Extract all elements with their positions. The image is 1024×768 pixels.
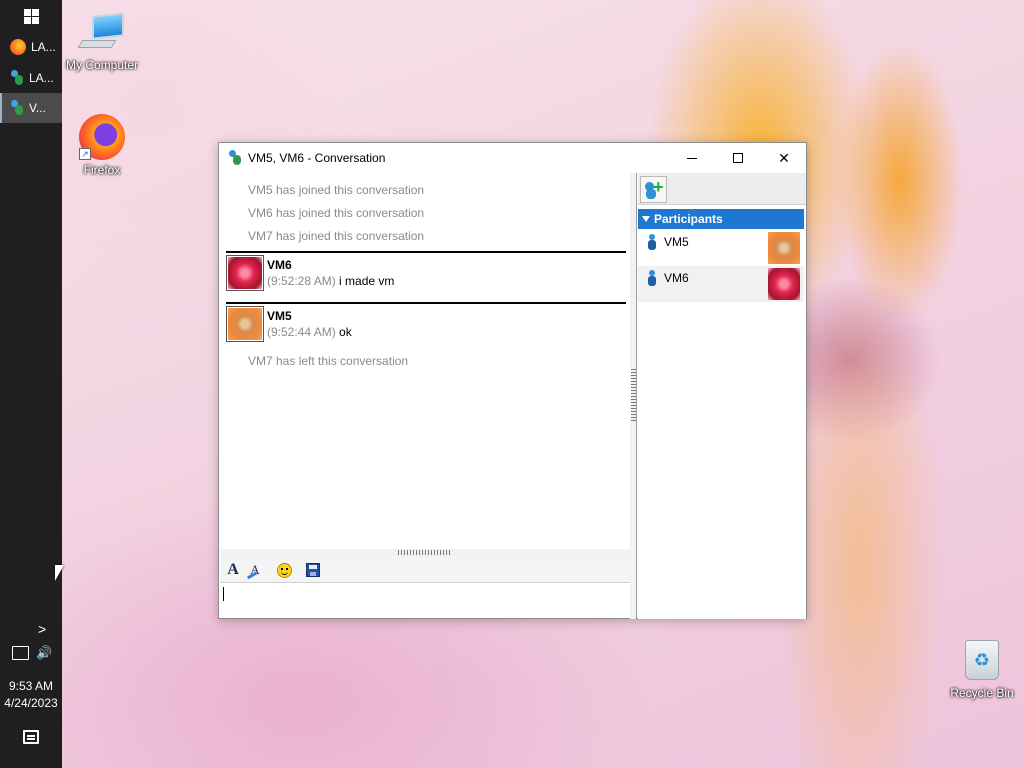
font-color-button[interactable]: A bbox=[245, 560, 265, 580]
font-color-icon: A bbox=[250, 562, 260, 577]
splitter-grip-icon bbox=[398, 550, 452, 555]
desktop-icon-recycle-bin[interactable]: Recycle Bin bbox=[942, 640, 1022, 700]
add-participant-button[interactable]: + bbox=[640, 176, 667, 203]
firefox-icon bbox=[10, 39, 26, 55]
recycle-bin-icon bbox=[965, 640, 999, 680]
text-caret bbox=[223, 587, 224, 601]
desktop-icon-label: Recycle Bin bbox=[950, 686, 1014, 700]
desktop-icon-my-computer[interactable]: My Computer bbox=[62, 12, 142, 72]
taskbar-item-messenger-1[interactable]: LA... bbox=[0, 63, 62, 93]
chat-message: VM5 (9:52:44 AM) ok bbox=[226, 302, 626, 352]
message-line: (9:52:44 AM) ok bbox=[267, 325, 352, 339]
start-button[interactable] bbox=[0, 0, 62, 32]
message-time: (9:52:28 AM) bbox=[267, 274, 336, 288]
smiley-icon bbox=[276, 562, 292, 578]
message-text: ok bbox=[339, 325, 352, 339]
participants-header[interactable]: Participants bbox=[638, 209, 804, 229]
computer-icon bbox=[77, 12, 124, 52]
message-sender: VM6 bbox=[267, 258, 292, 272]
participant-row[interactable]: VM5 bbox=[638, 230, 804, 266]
save-button[interactable] bbox=[303, 560, 323, 580]
format-toolbar: A A bbox=[220, 557, 630, 583]
taskbar-item-label: LA... bbox=[31, 40, 56, 54]
pink-starfish-avatar-icon bbox=[768, 268, 800, 300]
splitter-grip-icon bbox=[631, 369, 636, 423]
system-message: VM7 has joined this conversation bbox=[248, 229, 425, 243]
action-center-icon[interactable] bbox=[23, 730, 39, 744]
clock-date[interactable]: 4/24/2023 bbox=[0, 696, 62, 710]
message-input[interactable] bbox=[220, 583, 630, 618]
show-hidden-icons-chevron-icon[interactable]: > bbox=[38, 621, 46, 637]
message-line: (9:52:28 AM) i made vm bbox=[267, 274, 394, 288]
desktop-icon-firefox[interactable]: ↗ Firefox bbox=[62, 114, 142, 177]
horizontal-splitter[interactable] bbox=[220, 549, 630, 557]
messenger-icon bbox=[228, 150, 242, 166]
messenger-icon bbox=[10, 70, 24, 86]
vertical-splitter[interactable] bbox=[630, 173, 637, 619]
taskbar-item-firefox[interactable]: LA... bbox=[0, 32, 62, 62]
user-icon bbox=[648, 234, 656, 250]
participant-row[interactable]: VM6 bbox=[638, 266, 804, 302]
orange-starfish-avatar-icon bbox=[768, 232, 800, 264]
window-title: VM5, VM6 - Conversation bbox=[248, 151, 386, 165]
system-message: VM6 has joined this conversation bbox=[248, 206, 425, 220]
volume-icon[interactable]: 🔊 bbox=[36, 645, 52, 661]
maximize-button[interactable] bbox=[715, 143, 761, 173]
participant-name: VM5 bbox=[664, 235, 689, 249]
font-icon: A bbox=[227, 561, 239, 578]
firefox-icon: ↗ bbox=[79, 114, 125, 160]
message-time: (9:52:44 AM) bbox=[267, 325, 336, 339]
mouse-cursor-icon bbox=[55, 565, 64, 581]
chat-message: VM6 (9:52:28 AM) i made vm bbox=[226, 251, 626, 301]
system-message: VM5 has joined this conversation bbox=[248, 183, 425, 197]
taskbar: LA... LA... V... > 🔊 9:53 AM 4/24/2023 bbox=[0, 0, 62, 768]
floppy-disk-icon bbox=[306, 563, 320, 577]
close-icon: ✕ bbox=[778, 149, 790, 166]
windows-logo-icon bbox=[23, 8, 39, 24]
pink-starfish-avatar-icon bbox=[228, 257, 262, 289]
participants-panel: + Participants VM5 VM6 bbox=[638, 173, 806, 619]
message-sender: VM5 bbox=[267, 309, 292, 323]
minimize-button[interactable] bbox=[669, 143, 715, 173]
participant-name: VM6 bbox=[664, 271, 689, 285]
shortcut-arrow-icon: ↗ bbox=[79, 148, 91, 160]
clock-time[interactable]: 9:53 AM bbox=[0, 679, 62, 693]
messenger-icon bbox=[10, 100, 24, 116]
font-button[interactable]: A bbox=[223, 560, 243, 580]
chat-history[interactable]: VM5 has joined this conversation VM6 has… bbox=[220, 173, 631, 550]
taskbar-item-conversation[interactable]: V... bbox=[0, 93, 62, 123]
taskbar-item-label: LA... bbox=[29, 71, 54, 85]
triangle-down-icon bbox=[642, 216, 650, 222]
avatar bbox=[226, 255, 264, 291]
message-text: i made vm bbox=[339, 274, 395, 288]
maximize-icon bbox=[733, 153, 743, 163]
taskbar-item-label: V... bbox=[29, 101, 46, 115]
plus-icon: + bbox=[653, 177, 664, 197]
title-bar[interactable]: VM5, VM6 - Conversation ✕ bbox=[219, 143, 806, 173]
network-icon[interactable] bbox=[12, 646, 29, 660]
minimize-icon bbox=[687, 157, 697, 159]
close-button[interactable]: ✕ bbox=[761, 143, 807, 173]
desktop-icon-label: My Computer bbox=[65, 58, 139, 72]
user-icon bbox=[648, 270, 656, 286]
emoticon-button[interactable] bbox=[274, 560, 294, 580]
system-message: VM7 has left this conversation bbox=[248, 354, 409, 368]
avatar bbox=[226, 306, 264, 342]
participants-header-label: Participants bbox=[654, 212, 723, 226]
desktop-icon-label: Firefox bbox=[83, 163, 121, 177]
participants-toolbar: + bbox=[638, 173, 806, 205]
orange-starfish-avatar-icon bbox=[228, 308, 262, 340]
conversation-window: VM5, VM6 - Conversation ✕ VM5 has joined… bbox=[218, 142, 807, 619]
